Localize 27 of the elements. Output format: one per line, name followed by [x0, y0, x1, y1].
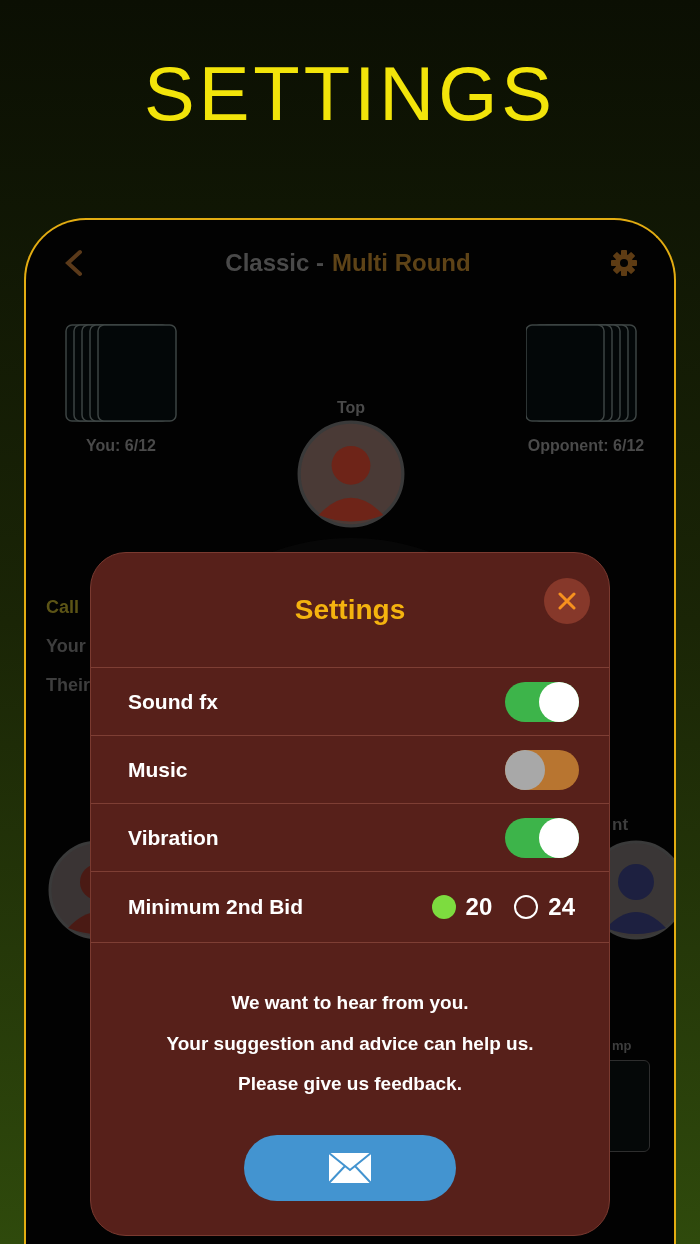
side-label: Their	[46, 674, 90, 697]
envelope-icon	[328, 1151, 372, 1184]
page-heading: SETTINGS	[143, 56, 556, 132]
close-icon	[558, 592, 576, 610]
game-mode: Multi Round	[332, 248, 471, 278]
close-button[interactable]	[544, 578, 590, 624]
setting-label: Music	[128, 756, 188, 783]
game-title: Classic -	[225, 248, 325, 278]
setting-label: Vibration	[128, 824, 219, 851]
player-count: Opponent: 6/12	[526, 436, 646, 456]
radio-option[interactable]: 24	[514, 889, 575, 925]
toggle-switch[interactable]	[505, 817, 579, 858]
player-position: Top	[335, 398, 367, 418]
toggle-switch[interactable]	[505, 681, 579, 722]
feedback-text: Your suggestion and advice can help us.	[166, 1031, 534, 1056]
player-count: You: 6/12	[85, 436, 157, 456]
side-label: nt	[612, 814, 629, 836]
side-label: Your	[46, 635, 86, 658]
setting-label: Minimum 2nd Bid	[128, 894, 303, 921]
dialog-title: Settings	[294, 593, 406, 627]
radio-option[interactable]: 20	[431, 889, 493, 925]
side-label: Call	[46, 596, 79, 619]
setting-label: Sound fx	[128, 688, 218, 715]
feedback-text: Please give us feedback.	[238, 1072, 462, 1096]
toggle-switch[interactable]	[505, 749, 579, 790]
feedback-text: We want to hear from you.	[231, 991, 469, 1015]
side-label: mp	[612, 1037, 632, 1055]
